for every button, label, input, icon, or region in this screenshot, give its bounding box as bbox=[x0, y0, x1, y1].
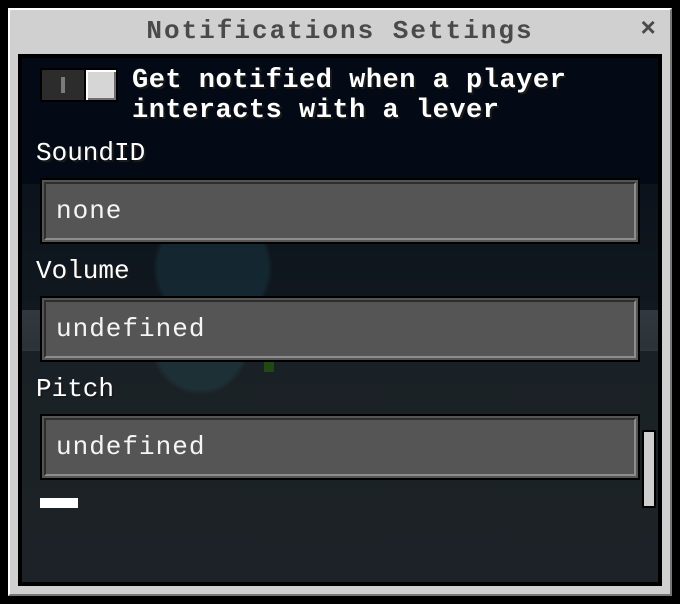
lever-notification-toggle[interactable] bbox=[40, 68, 118, 102]
inner-panel: Get notified when a player interacts wit… bbox=[18, 54, 662, 586]
title-text: Notifications Settings bbox=[146, 16, 533, 46]
lever-notification-row: Get notified when a player interacts wit… bbox=[40, 66, 640, 126]
lever-notification-label: Get notified when a player interacts wit… bbox=[132, 66, 640, 126]
volume-label: Volume bbox=[36, 256, 640, 286]
volume-value: undefined bbox=[56, 314, 205, 344]
close-icon[interactable]: × bbox=[640, 14, 656, 44]
pitch-label: Pitch bbox=[36, 374, 640, 404]
partial-next-toggle[interactable] bbox=[40, 498, 78, 508]
pitch-value: undefined bbox=[56, 432, 205, 462]
soundid-label: SoundID bbox=[36, 138, 640, 168]
volume-input[interactable]: undefined bbox=[40, 296, 640, 362]
settings-window: Notifications Settings × Get notified wh… bbox=[4, 4, 676, 600]
soundid-input[interactable]: none bbox=[40, 178, 640, 244]
content-area: Get notified when a player interacts wit… bbox=[22, 58, 658, 582]
titlebar: Notifications Settings × bbox=[8, 8, 672, 54]
scrollbar-thumb[interactable] bbox=[642, 430, 656, 508]
soundid-value: none bbox=[56, 196, 122, 226]
pitch-input[interactable]: undefined bbox=[40, 414, 640, 480]
